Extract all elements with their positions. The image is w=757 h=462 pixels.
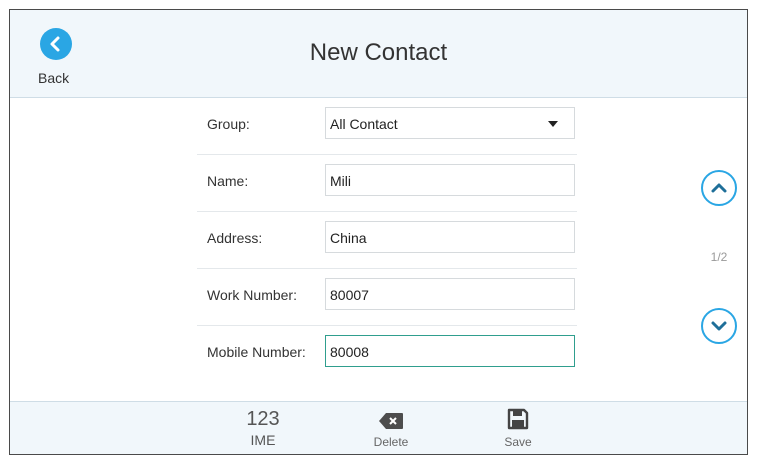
work-number-field[interactable]: 80007 bbox=[325, 278, 575, 310]
group-value: All Contact bbox=[330, 116, 398, 132]
floppy-disk-icon bbox=[507, 408, 529, 430]
softkey-bar: 123 IME Delete Save bbox=[10, 401, 747, 454]
backspace-icon bbox=[379, 413, 403, 429]
group-label: Group: bbox=[207, 116, 250, 132]
page-indicator: 1/2 bbox=[710, 250, 728, 264]
delete-label: Delete bbox=[373, 435, 409, 449]
address-label: Address: bbox=[207, 230, 263, 246]
address-row: Address: China bbox=[197, 212, 577, 269]
address-field[interactable]: China bbox=[325, 221, 575, 253]
dropdown-arrow-icon bbox=[548, 121, 558, 127]
work-number-row: Work Number: 80007 bbox=[197, 269, 577, 326]
contact-form: Group: All Contact Name: Mili Address: C… bbox=[10, 98, 747, 406]
work-number-value: 80007 bbox=[330, 287, 369, 303]
ime-mode: 123 bbox=[246, 408, 280, 430]
header-bar: Back New Contact bbox=[10, 10, 747, 98]
delete-button[interactable]: Delete bbox=[359, 402, 423, 454]
page-down-button[interactable] bbox=[700, 307, 738, 345]
mobile-number-value: 80008 bbox=[330, 344, 369, 360]
ime-label: IME bbox=[250, 432, 276, 448]
page-title: New Contact bbox=[309, 39, 448, 66]
save-button[interactable]: Save bbox=[486, 402, 550, 454]
mobile-number-label: Mobile Number: bbox=[207, 344, 306, 360]
save-label: Save bbox=[504, 435, 532, 449]
address-value: China bbox=[330, 230, 367, 246]
back-label: Back bbox=[38, 70, 70, 86]
work-number-label: Work Number: bbox=[207, 287, 297, 303]
name-label: Name: bbox=[207, 173, 249, 189]
chevron-down-icon bbox=[701, 308, 737, 344]
name-row: Name: Mili bbox=[197, 155, 577, 212]
name-value: Mili bbox=[330, 173, 351, 189]
ime-button[interactable]: 123 IME bbox=[231, 402, 295, 454]
chevron-up-icon bbox=[701, 170, 737, 206]
page-up-button[interactable] bbox=[700, 169, 738, 207]
group-select[interactable]: All Contact bbox=[325, 107, 575, 139]
mobile-number-field[interactable]: 80008 bbox=[325, 335, 575, 367]
group-row: Group: All Contact bbox=[197, 98, 577, 155]
screen-frame: Back New Contact Group: All Contact Name… bbox=[9, 9, 748, 455]
mobile-number-row: Mobile Number: 80008 bbox=[197, 326, 577, 383]
name-field[interactable]: Mili bbox=[325, 164, 575, 196]
